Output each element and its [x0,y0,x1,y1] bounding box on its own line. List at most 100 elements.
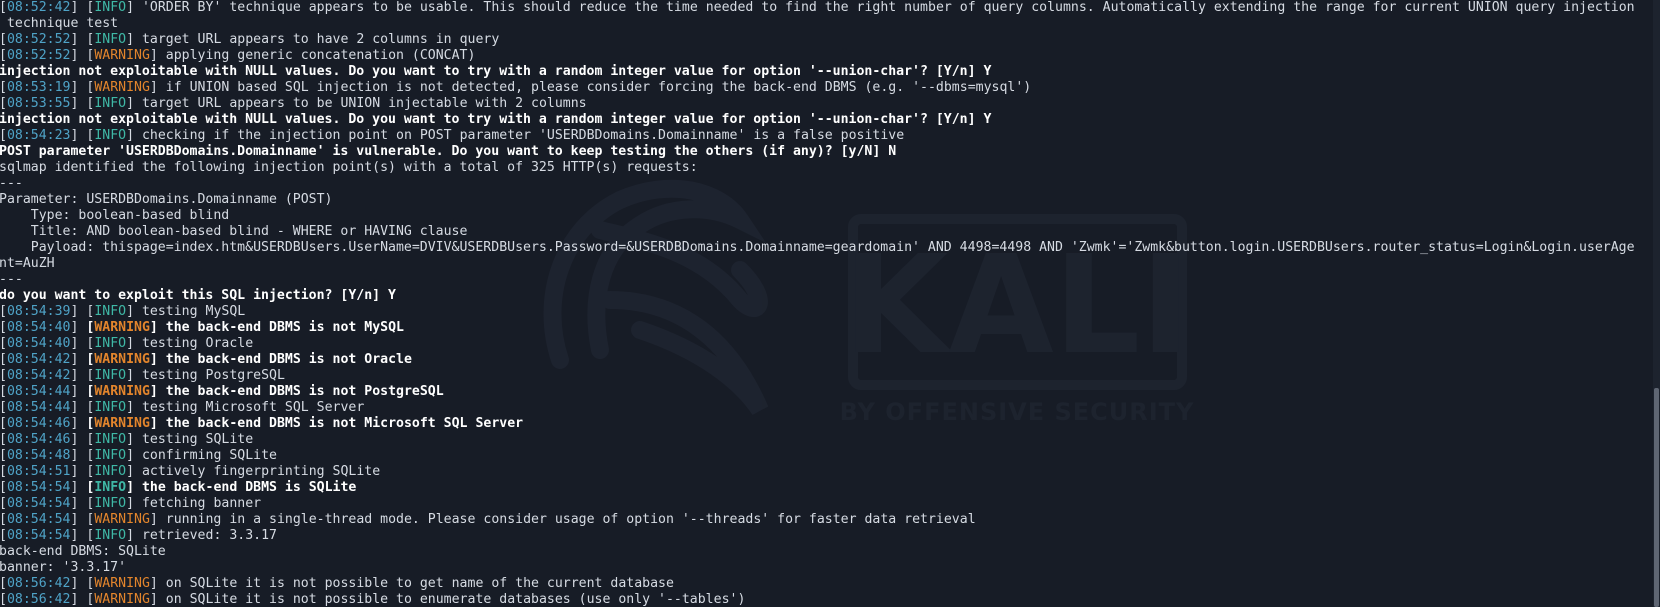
bracket: ] [70,96,87,111]
bracket: ] [149,384,166,399]
log-timestamp: 08:56:42 [6,576,71,591]
bracket: [ [0,304,7,319]
log-timestamp: 08:54:48 [6,448,71,463]
log-level: WARNING [94,320,150,335]
log-level: INFO [94,432,127,447]
bracket: ] [70,592,87,607]
terminal-line: [08:54:46] [WARNING] the back-end DBMS i… [0,416,1649,432]
bracket: ] [70,464,87,479]
bracket: ] [149,416,166,431]
log-message: the back-end DBMS is SQLite [141,480,357,495]
log-timestamp: 08:54:54 [6,528,71,543]
scrollbar[interactable] [1653,0,1660,607]
log-level: WARNING [94,592,150,607]
output-text: Type: boolean-based blind [0,208,230,223]
log-message: checking if the injection point on POST … [141,128,905,143]
log-message: testing Microsoft SQL Server [141,400,365,415]
bracket: ] [149,592,166,607]
terminal-line: nt=AuZH [0,256,1649,272]
log-level: WARNING [94,48,150,63]
log-timestamp: 08:53:19 [6,80,71,95]
log-level: INFO [94,400,127,415]
log-message: the back-end DBMS is not PostgreSQL [165,384,444,399]
terminal-line: banner: '3.3.17' [0,560,1649,576]
bracket: ] [70,528,87,543]
bracket: [ [0,528,7,543]
terminal-line: [08:54:42] [INFO] testing PostgreSQL [0,368,1649,384]
output-text: banner: '3.3.17' [0,560,127,575]
prompt-text: POST parameter 'USERDBDomains.Domainname… [0,144,897,159]
terminal-line: [08:54:51] [INFO] actively fingerprintin… [0,464,1649,480]
terminal-line: Payload: thispage=index.htm&USERDBUsers.… [0,240,1649,256]
terminal-line: [08:54:54] [INFO] fetching banner [0,496,1649,512]
bracket: ] [70,432,87,447]
terminal-line: Parameter: USERDBDomains.Domainname (POS… [0,192,1649,208]
terminal-line: Type: boolean-based blind [0,208,1649,224]
bracket: ] [149,576,166,591]
bracket: ] [70,0,87,15]
log-timestamp: 08:54:46 [6,432,71,447]
terminal-line: [08:53:55] [INFO] target URL appears to … [0,96,1649,112]
bracket: [ [0,320,7,335]
output-text: back-end DBMS: SQLite [0,544,166,559]
terminal-line: [08:54:39] [INFO] testing MySQL [0,304,1649,320]
terminal-line: back-end DBMS: SQLite [0,544,1649,560]
log-message: fetching banner [141,496,262,511]
bracket: [ [0,576,7,591]
terminal-line: technique test [0,16,1649,32]
bracket: ] [149,320,166,335]
log-level: INFO [94,0,127,15]
terminal-line: [08:54:40] [INFO] testing Oracle [0,336,1649,352]
bracket: [ [0,0,7,15]
terminal-line: [08:54:40] [WARNING] the back-end DBMS i… [0,320,1649,336]
scrollbar-thumb[interactable] [1654,388,1659,607]
log-timestamp: 08:54:51 [6,464,71,479]
bracket: [ [0,96,7,111]
bracket: [ [0,496,7,511]
log-message: actively fingerprinting SQLite [141,464,381,479]
log-message: the back-end DBMS is not MySQL [165,320,404,335]
terminal-window[interactable]: KALI BY OFFENSIVE SECURITY [08:52:42] [I… [0,0,1660,607]
terminal-line: [08:53:19] [WARNING] if UNION based SQL … [0,80,1649,96]
bracket: ] [149,512,166,527]
terminal-line: [08:54:48] [INFO] confirming SQLite [0,448,1649,464]
bracket: [ [0,368,7,383]
log-timestamp: 08:54:46 [6,416,71,431]
log-message: the back-end DBMS is not Microsoft SQL S… [165,416,524,431]
output-text: Title: AND boolean-based blind - WHERE o… [0,224,468,239]
terminal-line: injection not exploitable with NULL valu… [0,112,1649,128]
bracket: [ [0,384,7,399]
bracket: ] [149,352,166,367]
log-message: the back-end DBMS is not Oracle [165,352,412,367]
bracket: [ [0,464,7,479]
log-timestamp: 08:54:42 [6,352,71,367]
log-level: INFO [94,128,127,143]
terminal-line: [08:54:54] [INFO] the back-end DBMS is S… [0,480,1649,496]
log-message: confirming SQLite [141,448,277,463]
log-timestamp: 08:54:42 [6,368,71,383]
bracket: ] [70,304,87,319]
bracket: [ [0,80,7,95]
log-level: INFO [94,448,127,463]
log-timestamp: 08:53:55 [6,96,71,111]
log-level: INFO [94,304,127,319]
bracket: ] [70,400,87,415]
log-level: INFO [94,528,127,543]
prompt-text: injection not exploitable with NULL valu… [0,112,992,127]
bracket: [ [0,48,7,63]
terminal-line: [08:54:44] [INFO] testing Microsoft SQL … [0,400,1649,416]
log-level: INFO [94,368,127,383]
bracket: ] [126,128,142,143]
terminal-line: Title: AND boolean-based blind - WHERE o… [0,224,1649,240]
bracket: ] [70,496,87,511]
log-message: testing MySQL [141,304,246,319]
log-timestamp: 08:52:42 [6,0,71,15]
bracket: ] [70,48,87,63]
log-timestamp: 08:54:40 [6,336,71,351]
bracket: [ [0,128,7,143]
bracket: [ [0,448,7,463]
bracket: ] [149,48,166,63]
log-level: WARNING [94,576,150,591]
log-message: target URL appears to have 2 columns in … [141,32,500,47]
bracket: ] [126,304,142,319]
